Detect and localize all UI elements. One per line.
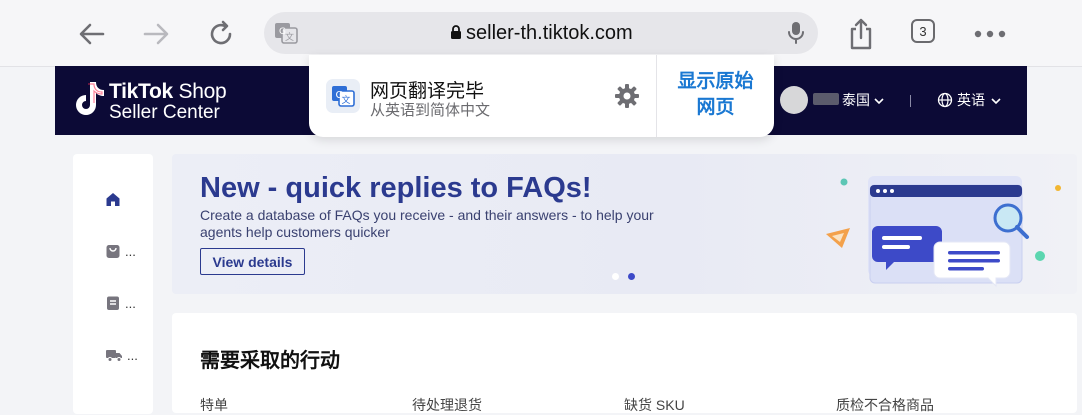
address-bar[interactable]: G文 seller-th.tiktok.com [264,12,818,54]
avatar[interactable] [780,86,808,114]
translate-popup: G文 网页翻译完毕 从英语到简体中文 显示原始 网页 [309,55,774,137]
actions-needed-card: 需要采取的行动 特单 待处理退货 缺货 SKU 质检不合格商品 [172,313,1077,413]
action-column[interactable]: 待处理退货 [412,395,482,415]
sidebar-item-logistics[interactable]: ... [105,347,138,363]
action-column[interactable]: 缺货 SKU [624,395,685,415]
tabs-button[interactable]: 3 [911,19,935,43]
region-selector[interactable]: 泰国 [842,90,870,110]
truck-icon [106,350,122,362]
sidebar: ... ... ... [73,154,153,414]
gear-icon[interactable] [614,83,640,114]
logo-subtitle: Seller Center [109,102,220,123]
carousel-dot-1[interactable] [612,273,619,280]
tiktok-logo-icon[interactable] [73,80,105,123]
shopping-bag-icon [106,245,120,258]
sidebar-item-products[interactable]: ... [105,243,136,259]
show-original-line1: 显示原始 [677,71,754,92]
sidebar-item-orders[interactable]: ... [105,295,136,311]
share-button[interactable] [841,14,881,54]
translate-icon[interactable]: G文 [274,22,298,49]
svg-text:文: 文 [285,31,294,43]
home-icon [106,193,120,206]
more-dots-icon [974,30,1006,38]
action-column[interactable]: 质检不合格商品 [836,395,934,415]
back-button[interactable] [72,14,112,54]
document-icon [107,296,119,310]
forward-arrow-icon [143,23,169,45]
chevron-down-icon[interactable] [873,93,885,111]
chat-faq-illustration [826,176,1061,288]
logo-shop-text: Shop [178,80,227,103]
promo-banner: New - quick replies to FAQs! Create a da… [172,154,1077,294]
translate-subtitle: 从英语到简体中文 [370,102,491,119]
url-text: seller-th.tiktok.com [466,22,633,44]
show-original-button[interactable]: 显示原始 网页 [657,69,774,121]
logo-brand-text: TikTok [109,80,173,103]
translate-app-icon: G文 [326,79,360,118]
share-icon [850,18,872,50]
sidebar-item-home[interactable] [105,191,121,207]
reload-icon [210,20,232,45]
lock-icon [450,25,462,44]
view-details-button[interactable]: View details [200,248,305,275]
sidebar-item-label: ... [125,295,136,311]
carousel-dot-2-active[interactable] [628,273,635,280]
sidebar-item-label: ... [125,243,136,259]
more-options-button[interactable] [970,14,1010,54]
logo-brand: TikTok Shop [109,80,227,104]
language-selector[interactable]: 英语 [957,90,985,110]
forward-button[interactable] [136,14,176,54]
banner-title: New - quick replies to FAQs! [200,172,592,204]
actions-title: 需要采取的行动 [200,350,340,372]
banner-description: Create a database of FAQs you receive - … [200,207,654,240]
reload-button[interactable] [201,14,241,54]
show-original-line2: 网页 [696,97,735,118]
redacted-username [813,93,839,105]
action-column[interactable]: 特单 [200,395,228,415]
back-arrow-icon [79,23,105,45]
microphone-icon[interactable] [784,20,808,51]
globe-icon[interactable] [937,92,953,113]
header-divider [910,95,911,107]
sidebar-item-label: ... [127,347,138,363]
chevron-down-icon[interactable] [990,93,1002,111]
svg-text:文: 文 [342,94,351,106]
